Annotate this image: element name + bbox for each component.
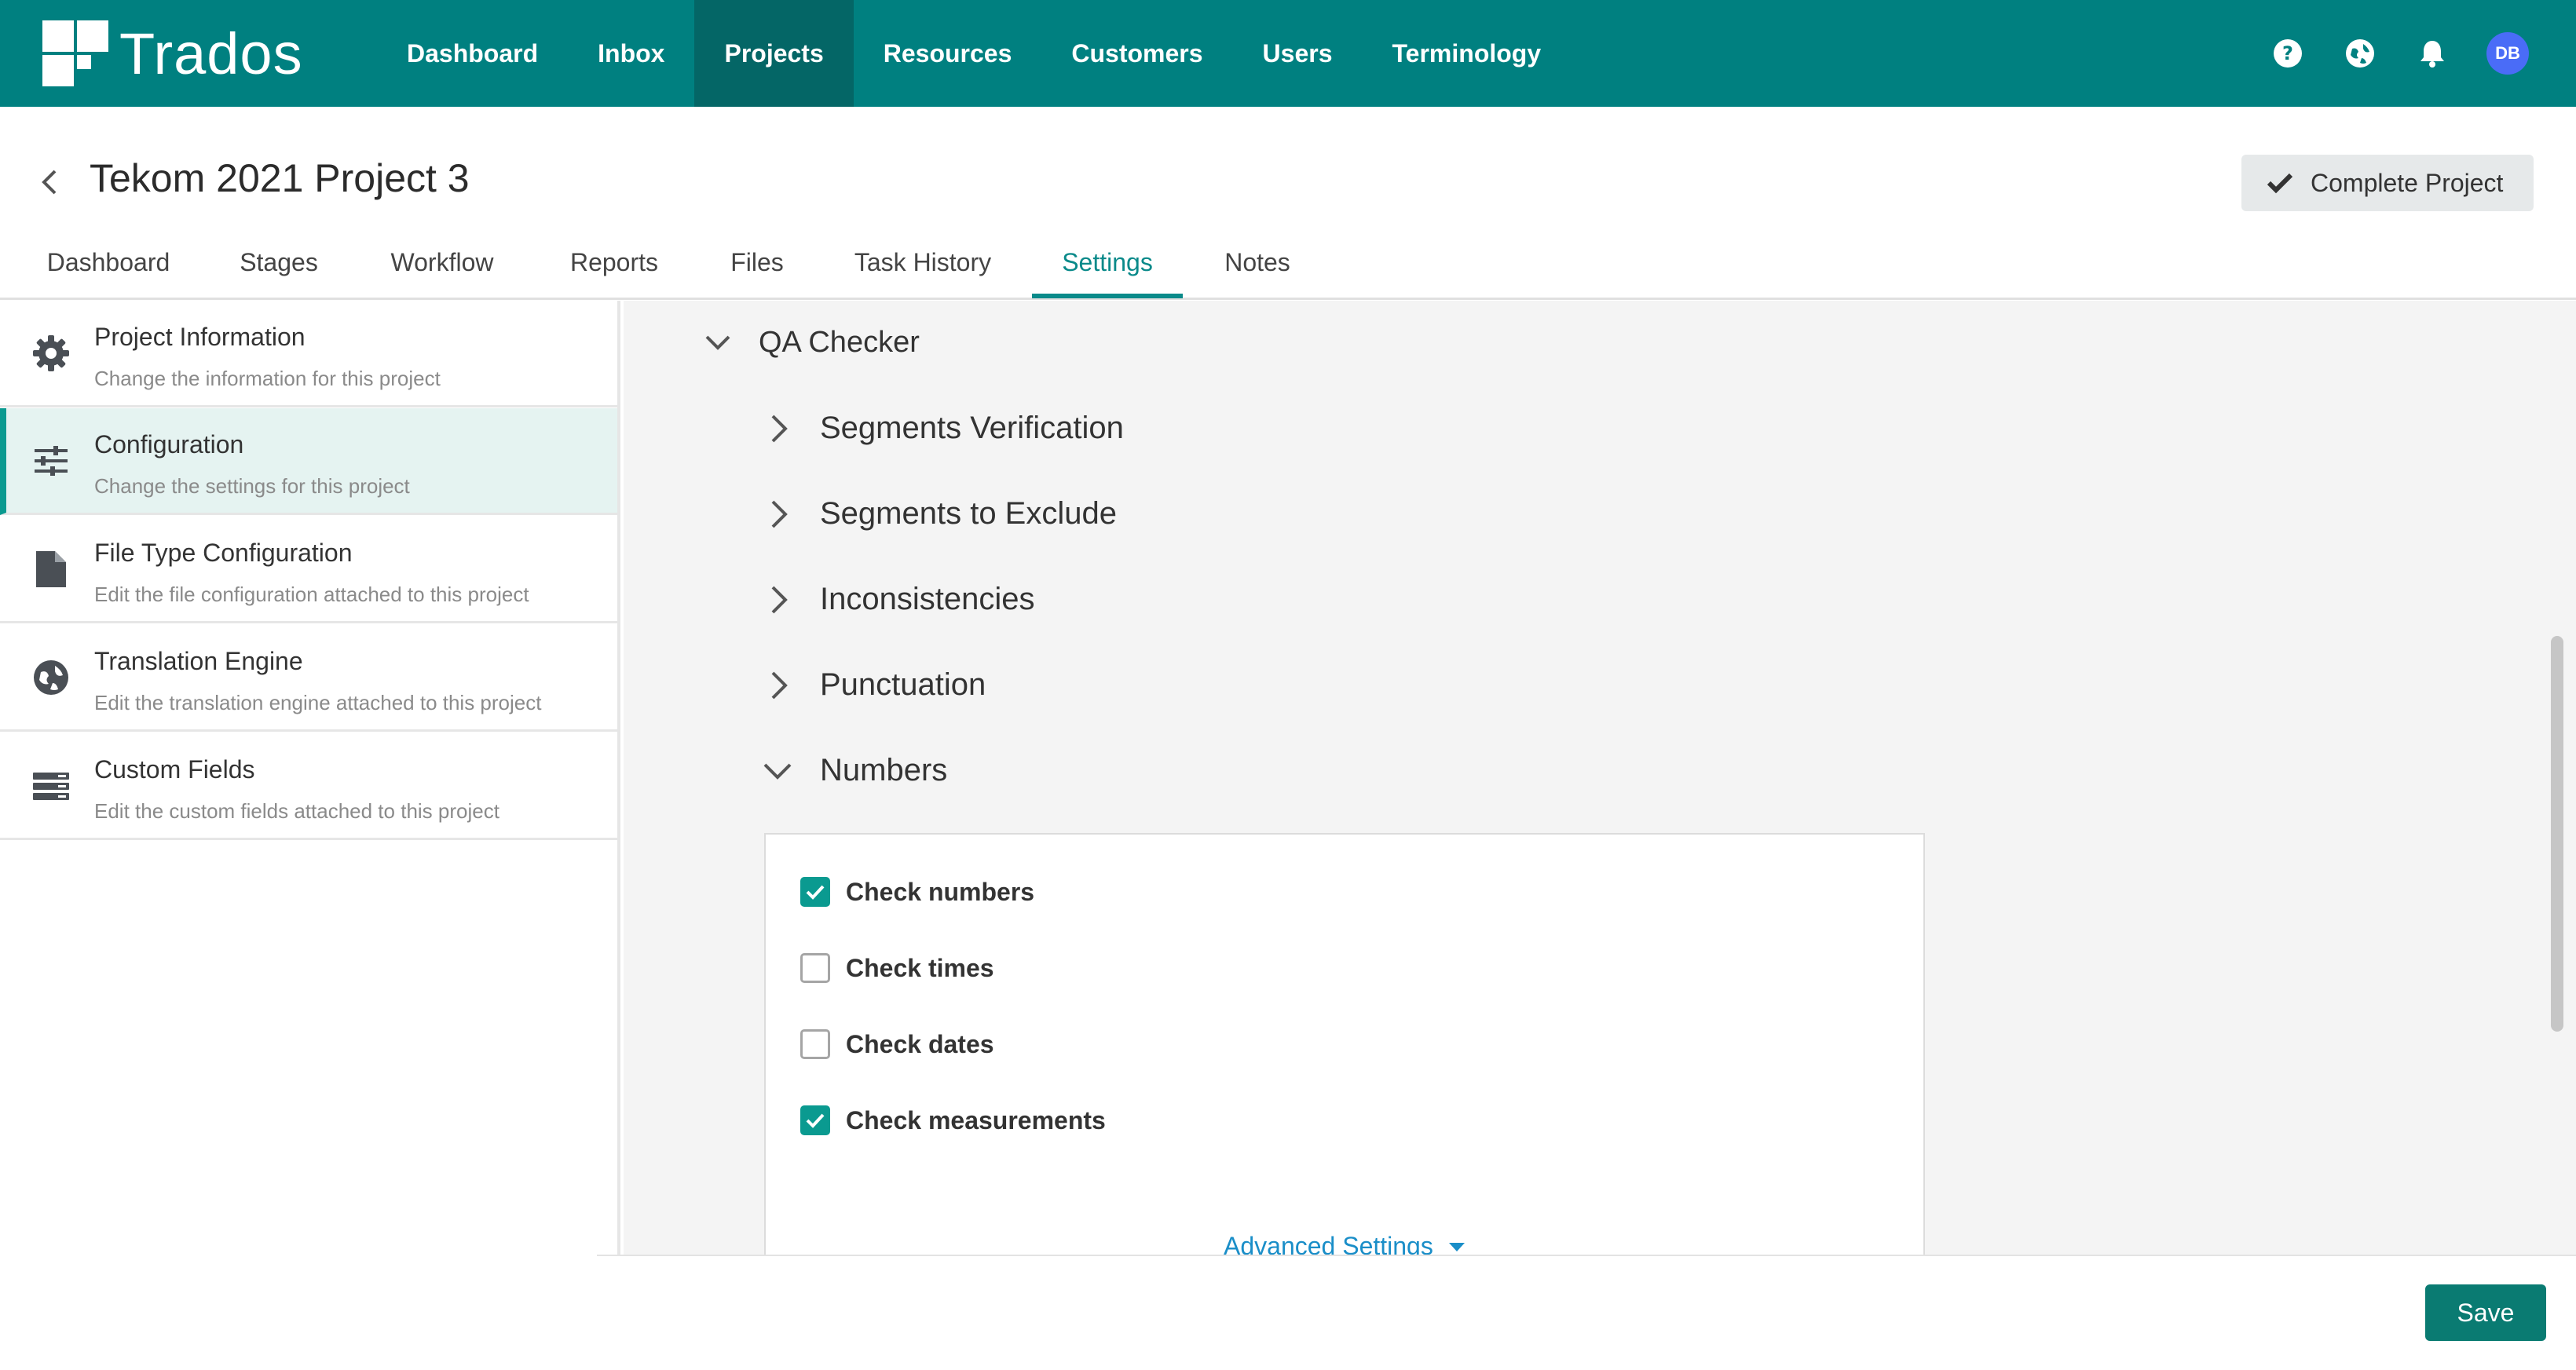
top-nav: Trados Dashboard Inbox Projects Resource… (0, 0, 2576, 107)
subsection-numbers[interactable]: Numbers (762, 753, 947, 788)
numbers-panel: Check numbers Check times Check dates Ch… (764, 833, 1925, 1273)
check-measurements-label: Check measurements (846, 1105, 1106, 1134)
subsection-segments-to-exclude[interactable]: Segments to Exclude (763, 496, 1117, 532)
nav-resources[interactable]: Resources (854, 0, 1042, 107)
tab-stages[interactable]: Stages (226, 236, 331, 298)
trados-logo (42, 20, 108, 86)
nav-actions: ? DB (2270, 0, 2529, 107)
check-measurements-option[interactable]: Check measurements (800, 1105, 1106, 1135)
content-scrollbar[interactable] (2551, 636, 2563, 1032)
nav-inbox[interactable]: Inbox (568, 0, 694, 107)
qa-checker-header[interactable]: QA Checker (702, 326, 920, 360)
tab-files[interactable]: Files (718, 236, 796, 298)
check-dates-label: Check dates (846, 1029, 994, 1058)
nav-customers[interactable]: Customers (1041, 0, 1232, 107)
checkmark-icon (806, 885, 825, 900)
check-icon (2267, 173, 2293, 194)
sidebar-item-subtitle: Change the information for this project (94, 367, 441, 390)
sidebar-item-title: Translation Engine (94, 647, 303, 675)
tab-notes[interactable]: Notes (1209, 236, 1305, 298)
nav-projects[interactable]: Projects (694, 0, 854, 107)
chevron-right-icon (771, 415, 788, 442)
check-numbers-option[interactable]: Check numbers (800, 877, 1034, 907)
sliders-icon (35, 446, 68, 476)
check-measurements-checkbox[interactable] (800, 1105, 830, 1135)
chevron-right-icon (771, 586, 788, 613)
settings-sidebar: Project Information Change the informati… (0, 301, 620, 1255)
check-times-checkbox[interactable] (800, 953, 830, 983)
check-times-label: Check times (846, 953, 994, 982)
bell-icon[interactable] (2414, 35, 2450, 71)
file-icon (36, 551, 66, 587)
help-icon[interactable]: ? (2270, 35, 2306, 71)
save-button[interactable]: Save (2425, 1284, 2546, 1341)
globe-icon[interactable] (2342, 35, 2378, 71)
nav-users[interactable]: Users (1233, 0, 1363, 107)
sidebar-item-subtitle: Edit the translation engine attached to … (94, 691, 542, 714)
nav-links: Dashboard Inbox Projects Resources Custo… (377, 0, 1571, 107)
check-dates-option[interactable]: Check dates (800, 1029, 994, 1059)
sidebar-item-title: Custom Fields (94, 755, 255, 784)
chevron-down-icon (763, 763, 792, 780)
section-title: QA Checker (759, 326, 920, 359)
complete-project-button[interactable]: Complete Project (2241, 155, 2534, 211)
tab-task-history[interactable]: Task History (839, 236, 1007, 298)
sidebar-item-subtitle: Edit the custom fields attached to this … (94, 799, 499, 823)
check-times-option[interactable]: Check times (800, 953, 994, 983)
page-title: Tekom 2021 Project 3 (90, 156, 470, 200)
sidebar-item-subtitle: Change the settings for this project (94, 474, 410, 498)
subsection-label: Inconsistencies (820, 582, 1035, 616)
sidebar-item-file-type-configuration[interactable]: File Type Configuration Edit the file co… (0, 517, 617, 623)
subsection-label: Punctuation (820, 667, 986, 702)
subsection-segments-verification[interactable]: Segments Verification (763, 411, 1124, 446)
nav-dashboard[interactable]: Dashboard (377, 0, 568, 107)
sidebar-item-translation-engine[interactable]: Translation Engine Edit the translation … (0, 625, 617, 732)
nav-terminology[interactable]: Terminology (1363, 0, 1572, 107)
chevron-down-icon (705, 335, 730, 350)
sidebar-item-subtitle: Edit the file configuration attached to … (94, 583, 529, 606)
tab-settings[interactable]: Settings (1032, 236, 1183, 298)
caret-down-icon (1448, 1242, 1465, 1251)
subsection-punctuation[interactable]: Punctuation (763, 667, 986, 703)
check-dates-checkbox[interactable] (800, 1029, 830, 1059)
chevron-right-icon (771, 500, 788, 528)
subsection-label: Segments to Exclude (820, 496, 1117, 531)
subsection-inconsistencies[interactable]: Inconsistencies (763, 582, 1034, 617)
project-tabs: Dashboard Stages Workflow Reports Files … (0, 236, 2576, 300)
brand[interactable]: Trados (42, 0, 357, 107)
back-icon[interactable] (38, 166, 63, 198)
sidebar-item-title: File Type Configuration (94, 539, 353, 567)
tab-dashboard[interactable]: Dashboard (31, 236, 185, 298)
svg-text:?: ? (2282, 42, 2293, 64)
sidebar-item-configuration[interactable]: Configuration Change the settings for th… (0, 408, 617, 515)
sidebar-item-title: Project Information (94, 323, 306, 351)
tab-workflow[interactable]: Workflow (374, 236, 510, 298)
settings-content: QA Checker Segments Verification Segment… (624, 301, 2576, 1273)
checkmark-icon (806, 1113, 825, 1128)
check-numbers-checkbox[interactable] (800, 877, 830, 907)
sidebar-item-custom-fields[interactable]: Custom Fields Edit the custom fields att… (0, 733, 617, 840)
avatar[interactable]: DB (2486, 32, 2529, 75)
footer-bar (597, 1255, 2576, 1370)
check-numbers-label: Check numbers (846, 877, 1035, 906)
list-icon (33, 773, 69, 800)
chevron-right-icon (771, 671, 788, 699)
subsection-label: Numbers (820, 753, 948, 787)
tab-reports[interactable]: Reports (554, 236, 674, 298)
complete-project-label: Complete Project (2311, 168, 2504, 197)
gear-icon (33, 335, 69, 371)
globe-icon (34, 660, 68, 695)
sidebar-item-title: Configuration (94, 430, 244, 458)
sidebar-item-project-information[interactable]: Project Information Change the informati… (0, 301, 617, 407)
subsection-label: Segments Verification (820, 411, 1124, 445)
brand-name: Trados (119, 20, 303, 86)
